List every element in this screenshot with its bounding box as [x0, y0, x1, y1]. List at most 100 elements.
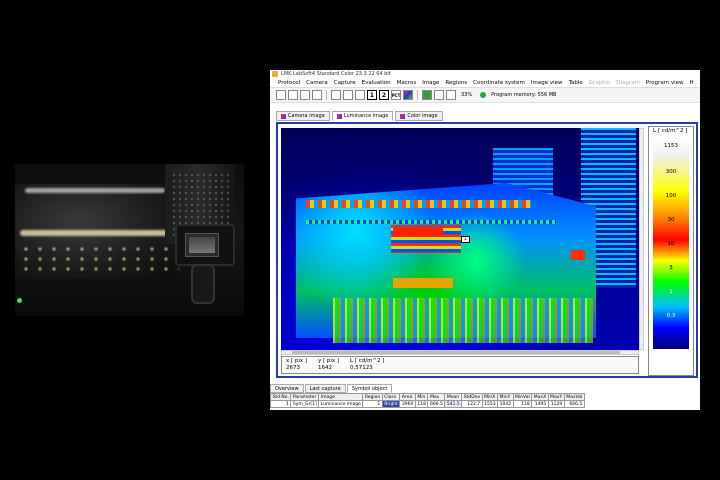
program-memory: Program memory: 556 MB — [491, 92, 557, 98]
tab-color-image[interactable]: Color image — [395, 111, 443, 121]
column-header[interactable]: Area — [399, 393, 416, 401]
table-cell: 1129 — [547, 400, 565, 408]
tab-overview[interactable]: Overview — [270, 384, 304, 393]
column-header[interactable]: Class — [381, 393, 401, 401]
bright-sign — [393, 278, 453, 288]
luminance-viewport: 1 x [ pix ] 2673 y [ pix ] 1642 L [ cd/m… — [276, 122, 698, 378]
horizontal-scrollbar[interactable] — [281, 350, 639, 355]
column-header[interactable]: MaxVal — [563, 393, 585, 401]
tab-label: Luminance image — [343, 113, 389, 119]
vertical-scrollbar[interactable] — [639, 128, 644, 350]
light-band-bottom — [20, 230, 170, 236]
app-icon — [272, 71, 278, 77]
table-cell: 541.5 — [444, 400, 463, 408]
column-header[interactable]: Image — [318, 393, 364, 401]
legend-tick: 300 — [665, 169, 677, 175]
tab-label: Camera image — [288, 113, 325, 119]
table-cell: 1 — [269, 400, 292, 408]
menu-evaluation[interactable]: Evaluation — [362, 80, 391, 86]
palette-icon[interactable] — [434, 90, 444, 100]
open-folder-icon[interactable] — [288, 90, 298, 100]
l-label: L [ cd/m^2 ] — [350, 358, 385, 364]
layout-icon[interactable] — [355, 90, 365, 100]
legend-tick: 1 — [669, 289, 673, 295]
tab-last-capture[interactable]: Last capture — [304, 384, 346, 393]
menu-regions[interactable]: Regions — [445, 80, 467, 86]
column-header[interactable]: Std.No. — [269, 393, 292, 401]
cursor-icon[interactable] — [446, 90, 456, 100]
split-view-icon[interactable] — [343, 90, 353, 100]
capture-icon[interactable] — [422, 90, 432, 100]
column-header[interactable]: MinX — [481, 393, 499, 401]
table-cell: 1042 — [497, 400, 514, 408]
y-value: 1642 — [318, 365, 332, 371]
column-header[interactable]: Min — [414, 393, 429, 401]
legend-tick: 3 — [669, 265, 673, 271]
column-header[interactable]: Region — [362, 393, 383, 401]
menu-program-view[interactable]: Program view — [646, 80, 684, 86]
region-marker[interactable]: 1 — [461, 236, 470, 243]
camera-body — [175, 224, 235, 266]
new-file-icon[interactable] — [276, 90, 286, 100]
table-cell: 666.5 — [427, 400, 446, 408]
table-cell: 118 — [414, 400, 429, 408]
column-header[interactable]: MinY — [497, 393, 514, 401]
color-scale-legend: L [ cd/m^2 ] 1153 300 100 30 10 3 1 0,3 — [648, 126, 694, 376]
street-level-lights — [333, 298, 593, 343]
legend-color-bar: 1153 300 100 30 10 3 1 0,3 — [653, 139, 689, 349]
table-cell: 1495 — [531, 400, 549, 408]
table-cell: 118 — [512, 400, 533, 408]
zoom-level[interactable]: 33% — [461, 92, 472, 98]
luminance-image[interactable]: 1 — [281, 128, 639, 350]
menu-capture[interactable]: Capture — [334, 80, 356, 86]
light-band-top — [25, 188, 165, 193]
menu-camera[interactable]: Camera — [306, 80, 328, 86]
toolbar: 1 2 PCT 33% Program memory: 556 MB — [270, 88, 700, 103]
menu-image[interactable]: Image — [422, 80, 439, 86]
green-light — [17, 298, 22, 303]
column-header[interactable]: MaxY — [547, 393, 565, 401]
column-header[interactable]: Parameter — [290, 393, 320, 401]
camera-image-icon — [281, 113, 286, 119]
column-header[interactable]: MaxX — [531, 393, 549, 401]
table-cell: Sym_Gr[1] — [290, 400, 320, 408]
tab-camera-image[interactable]: Camera image — [276, 111, 330, 121]
grid-icon[interactable] — [331, 90, 341, 100]
menu-coordinate-system[interactable]: Coordinate system — [473, 80, 525, 86]
menu-protocol[interactable]: Protocol — [278, 80, 300, 86]
camera-setup-photo — [15, 164, 244, 316]
menu-help[interactable]: H — [689, 80, 693, 86]
menu-macros[interactable]: Macros — [397, 80, 417, 86]
menu-table[interactable]: Table — [569, 80, 583, 86]
menu-image-view[interactable]: Image view — [531, 80, 563, 86]
tab-symbol-object[interactable]: Symbol object — [346, 384, 393, 393]
scroll-thumb[interactable] — [292, 351, 620, 354]
tab-luminance-image[interactable]: Luminance image — [331, 111, 394, 121]
save-icon[interactable] — [300, 90, 310, 100]
column-header[interactable]: StdDev — [461, 393, 483, 401]
camera-screen — [185, 233, 219, 257]
facade-stripe — [306, 200, 531, 208]
table-cell: 1 — [362, 400, 383, 408]
legend-tick: 100 — [665, 193, 677, 199]
result-tabs: Overview Last capture Symbol object — [270, 384, 393, 393]
column-header[interactable]: Max — [427, 393, 446, 401]
bright-sign — [571, 250, 585, 260]
color-image-icon[interactable] — [403, 90, 413, 100]
tab-label: Color image — [407, 113, 438, 119]
app-window: LMK LabSoft4 Standard Color 23.3.22 64 b… — [269, 70, 700, 410]
print-icon[interactable] — [312, 90, 322, 100]
column-header[interactable]: MinVal — [512, 393, 533, 401]
view-one-button[interactable]: 1 — [367, 90, 377, 100]
menu-diagram: Diagram — [616, 79, 640, 86]
window-lights — [19, 244, 179, 274]
table-header-row: Std.No. Parameter Image Region Class Are… — [269, 393, 585, 401]
l-value: 0,57123 — [350, 365, 373, 371]
pct-button[interactable]: PCT — [391, 90, 401, 100]
column-header[interactable]: Mean — [444, 393, 463, 401]
window-title: LMK LabSoft4 Standard Color 23.3.22 64 b… — [281, 71, 391, 77]
view-two-button[interactable]: 2 — [379, 90, 389, 100]
table-row[interactable]: 1 Sym_Gr[1] Luminance image 1 Bright 396… — [269, 400, 585, 408]
table-cell: 666.5 — [563, 400, 585, 408]
x-label: x [ pix ] — [286, 358, 308, 364]
